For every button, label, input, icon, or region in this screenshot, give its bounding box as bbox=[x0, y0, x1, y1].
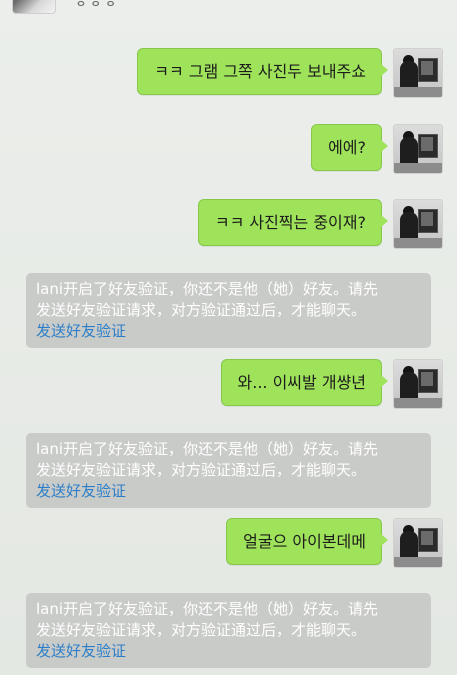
sent-message-bubble[interactable]: 와... 이씨발 개썅년 bbox=[220, 359, 389, 406]
system-notice-line: lani开启了好友验证，你还不是他（她）好友。请先 bbox=[36, 280, 379, 298]
peek-text: ㅎㅎㅎ bbox=[74, 0, 119, 11]
avatar-photo-icon[interactable] bbox=[393, 518, 443, 568]
avatar-photo-icon[interactable] bbox=[393, 124, 443, 174]
sent-message-bubble[interactable]: 에에? bbox=[311, 124, 388, 171]
avatar-photo-icon[interactable] bbox=[393, 199, 443, 249]
message-row: 얼굴으 아이본데메 bbox=[226, 518, 443, 568]
sent-message-bubble[interactable]: ㅋㅋ 그램 그쪽 사진두 보내주쇼 bbox=[137, 48, 388, 95]
sent-message-bubble[interactable]: 얼굴으 아이본데메 bbox=[226, 518, 388, 565]
system-notice-line: lani开启了好友验证，你还不是他（她）好友。请先 bbox=[36, 600, 379, 618]
avatar-photo-icon[interactable] bbox=[393, 48, 443, 98]
message-row: 에에? bbox=[311, 124, 443, 174]
system-notice: lani开启了好友验证，你还不是他（她）好友。请先 发送好友验证请求，对方验证通… bbox=[26, 433, 431, 508]
system-notice-line: 发送好友验证请求，对方验证通过后，才能聊天。 bbox=[36, 461, 367, 479]
message-row: ㅋㅋ 사진찍는 중이재? bbox=[197, 199, 443, 249]
send-verification-link[interactable]: 发送好友验证 bbox=[36, 481, 126, 502]
system-notice: lani开启了好友验证，你还不是他（她）好友。请先 发送好友验证请求，对方验证通… bbox=[26, 273, 431, 348]
contact-avatar[interactable] bbox=[12, 0, 56, 14]
message-row: 와... 이씨발 개썅년 bbox=[220, 359, 443, 409]
system-notice-line: 发送好友验证请求，对方验证通过后，才能聊天。 bbox=[36, 301, 367, 319]
system-notice-line: lani开启了好友验证，你还不是他（她）好友。请先 bbox=[36, 440, 379, 458]
send-verification-link[interactable]: 发送好友验证 bbox=[36, 321, 126, 342]
chat-screen: ㅎㅎㅎ ㅋㅋ 그램 그쪽 사진두 보내주쇼 에에? ㅋㅋ 사진찍는 중이재? l… bbox=[0, 0, 457, 675]
previous-message-peek: ㅎㅎㅎ bbox=[0, 0, 457, 22]
send-verification-link[interactable]: 发送好友验证 bbox=[36, 641, 126, 662]
avatar-photo-icon[interactable] bbox=[393, 359, 443, 409]
sent-message-bubble[interactable]: ㅋㅋ 사진찍는 중이재? bbox=[197, 199, 389, 246]
system-notice: lani开启了好友验证，你还不是他（她）好友。请先 发送好友验证请求，对方验证通… bbox=[26, 593, 431, 668]
system-notice-line: 发送好友验证请求，对方验证通过后，才能聊天。 bbox=[36, 621, 367, 639]
message-row: ㅋㅋ 그램 그쪽 사진두 보내주쇼 bbox=[137, 48, 443, 98]
